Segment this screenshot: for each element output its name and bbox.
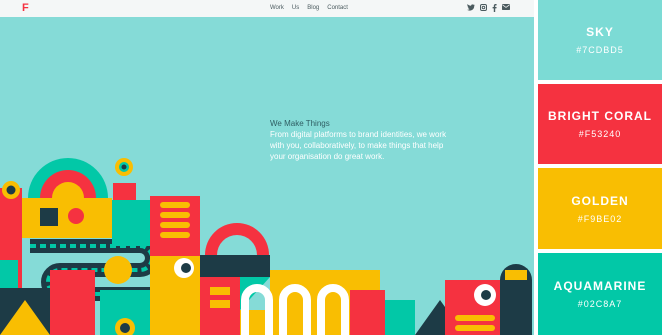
swatch-hex: #02C8A7: [577, 299, 623, 309]
swatch-name: SKY: [586, 25, 614, 39]
swatch-hex: #F53240: [578, 129, 622, 139]
main-nav: Work Us Blog Contact: [270, 5, 348, 11]
swatch-hex: #F9BE02: [577, 213, 623, 224]
swatch-name: AQUAMARINE: [553, 279, 647, 293]
nav-item-work[interactable]: Work: [270, 5, 284, 11]
twitter-icon[interactable]: [467, 4, 475, 15]
email-icon[interactable]: [502, 4, 510, 15]
nav-item-us[interactable]: Us: [292, 5, 299, 11]
color-palette: SKY #7CDBD5 BRIGHT CORAL #F53240 GOLDEN …: [534, 0, 662, 335]
geometric-illustration: [0, 158, 532, 335]
site-header: F Work Us Blog Contact: [0, 0, 534, 17]
nav-item-contact[interactable]: Contact: [327, 5, 348, 11]
social-links: [467, 4, 510, 15]
website-preview: F Work Us Blog Contact We Make Things Fr…: [0, 0, 534, 335]
facebook-icon[interactable]: [492, 4, 497, 15]
swatch-sky: SKY #7CDBD5: [538, 0, 662, 80]
swatch-name: GOLDEN: [571, 193, 629, 208]
swatch-golden: GOLDEN #F9BE02: [538, 168, 662, 249]
swatch-name: BRIGHT CORAL: [548, 109, 652, 123]
instagram-icon[interactable]: [480, 4, 487, 15]
hero-title: We Make Things: [270, 119, 330, 128]
swatch-aquamarine: AQUAMARINE #02C8A7: [538, 253, 662, 335]
site-logo[interactable]: F: [22, 2, 29, 14]
nav-item-blog[interactable]: Blog: [307, 5, 319, 11]
swatch-bright-coral: BRIGHT CORAL #F53240: [538, 84, 662, 164]
swatch-hex: #7CDBD5: [576, 45, 624, 55]
